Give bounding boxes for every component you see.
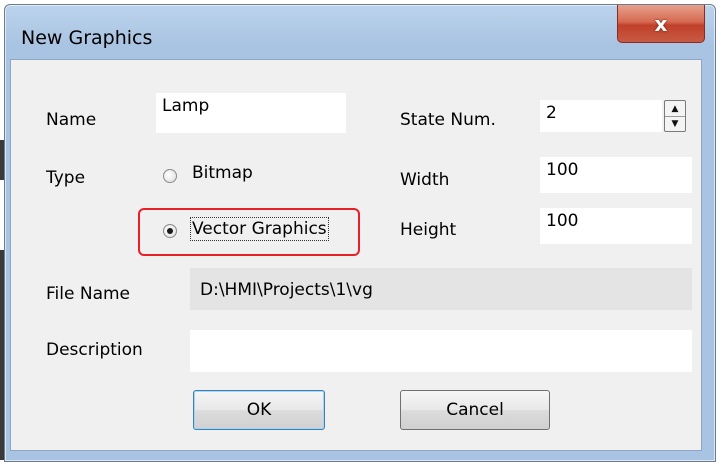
state-num-spinner[interactable]: ▲ ▼ (664, 100, 686, 132)
file-name-field: D:\HMI\Projects\1\vg (190, 268, 692, 310)
vector-graphics-radio-label[interactable]: Vector Graphics (190, 217, 329, 241)
file-name-label: File Name (46, 284, 131, 304)
width-input[interactable]: 100 (540, 157, 692, 193)
name-input[interactable]: Lamp (156, 93, 346, 133)
height-input[interactable]: 100 (540, 208, 692, 244)
height-label: Height (400, 220, 457, 240)
close-icon: x (654, 11, 668, 36)
bitmap-radio-label[interactable]: Bitmap (192, 163, 253, 183)
width-label: Width (400, 170, 450, 190)
state-num-input[interactable]: 2 (540, 100, 662, 132)
cancel-button[interactable]: Cancel (400, 390, 550, 430)
bitmap-radio[interactable] (163, 169, 177, 183)
type-label: Type (46, 168, 86, 188)
vector-graphics-radio[interactable] (163, 224, 177, 238)
description-input[interactable] (190, 330, 692, 372)
close-button[interactable]: x (617, 5, 705, 43)
name-label: Name (46, 110, 97, 130)
triangle-down-icon[interactable]: ▼ (665, 116, 685, 131)
description-label: Description (46, 340, 143, 360)
state-num-label: State Num. (400, 110, 496, 130)
ok-button[interactable]: OK (193, 390, 325, 430)
dialog-title: New Graphics (21, 27, 153, 49)
triangle-up-icon[interactable]: ▲ (665, 101, 685, 117)
